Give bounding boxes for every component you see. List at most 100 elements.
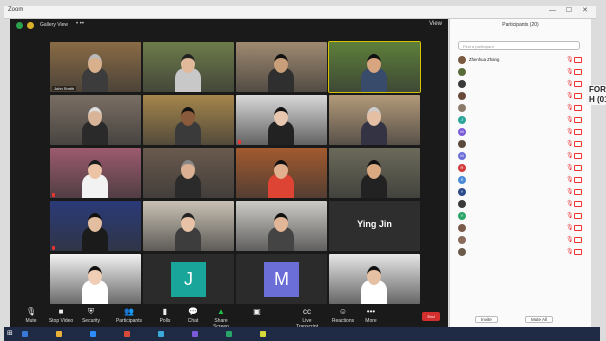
participant-row[interactable]: Y 🎙 [456,210,584,222]
video-tile[interactable] [143,95,234,145]
toolbar-label: Polls [159,318,171,324]
window-controls[interactable]: — ☐ ✕ [549,6,592,14]
participant-video-figure [82,54,108,92]
video-tile[interactable] [50,201,141,251]
toolbar-button[interactable]: 🎙 Mute [16,308,46,325]
toolbar-button[interactable]: ⛨ Security [76,307,106,325]
video-off-icon [574,117,582,123]
muted-mic-icon: 🎙 [566,129,574,135]
video-tile[interactable] [143,42,234,92]
view-button[interactable]: View [429,21,442,27]
toolbar-button[interactable]: ▮ Polls [150,308,180,325]
video-tile[interactable]: M [236,254,327,304]
encryption-shield-icon[interactable] [16,22,23,29]
participant-row[interactable]: 🎙 [456,198,584,210]
taskbar-app-button[interactable] [158,330,166,338]
participant-avatar [458,80,466,88]
tile-name-label: John Smith [52,86,77,91]
participant-search-input[interactable]: Find a participant [458,41,580,50]
toolbar-button[interactable]: ••• More [356,308,386,325]
participant-row[interactable]: 🎙 [456,102,584,114]
video-off-icon [574,129,582,135]
video-tile[interactable] [50,148,141,198]
participant-video-figure [268,107,294,145]
background-page-text: FOR H (016 [586,85,606,105]
video-tile[interactable] [236,95,327,145]
taskbar-app-button[interactable] [22,330,30,338]
participant-display-name: Ying Jin [357,219,392,229]
participant-row[interactable]: 🎙 [456,78,584,90]
participant-row[interactable]: S 🎙 [456,174,584,186]
participant-video-figure [175,54,201,92]
meeting-info-icon[interactable] [27,22,34,29]
video-tile[interactable]: J [143,254,234,304]
video-off-icon [574,213,582,219]
app-title: Zoom [8,7,24,13]
video-tile[interactable] [50,95,141,145]
participant-row[interactable]: 🎙 [456,90,584,102]
video-tile[interactable] [329,95,420,145]
participant-avatar [458,104,466,112]
muted-mic-icon: 🎙 [566,249,574,255]
video-off-icon [574,81,582,87]
toolbar-icon: ⛨ [88,307,94,316]
muted-mic-icon [52,246,55,250]
background-text-line: FOR [589,85,606,94]
toolbar-icon: ☺ [338,307,348,316]
participant-row[interactable]: 🎙 [456,234,584,246]
video-off-icon [574,177,582,183]
participant-avatar: M [458,128,466,136]
participant-row[interactable]: M 🎙 [456,126,584,138]
toolbar-button[interactable]: ▣ [242,308,272,318]
muted-mic-icon: 🎙 [566,225,574,231]
toolbar-icon: ▣ [253,307,261,316]
toolbar-label: Stop Video [48,318,74,324]
video-tile[interactable] [236,148,327,198]
participant-row[interactable]: 🎙 [456,246,584,258]
zoom-meeting-window: Gallery View • •• View John Smith Ying Ji… [10,19,448,330]
toolbar-button[interactable]: ■ Stop Video [46,308,76,325]
participant-row[interactable]: Y 🎙 [456,186,584,198]
meeting-topbar: Gallery View • •• View [10,19,448,33]
video-tile[interactable] [329,254,420,304]
video-tile[interactable] [236,42,327,92]
video-tile[interactable] [50,254,141,304]
muted-mic-icon: 🎙 [566,141,574,147]
video-tile[interactable] [236,201,327,251]
toolbar-label: Reactions [331,318,355,324]
participant-row[interactable]: R 🎙 [456,162,584,174]
taskbar-app-icon [158,330,164,337]
video-tile[interactable] [143,148,234,198]
video-tile[interactable]: John Smith [50,42,141,92]
muted-mic-icon: 🎙 [566,201,574,207]
video-tile[interactable]: Ying Jin [329,201,420,251]
participant-row[interactable]: 🎙 [456,138,584,150]
participant-avatar [458,140,466,148]
invite-button[interactable]: Invite [475,316,498,323]
muted-mic-icon: 🎙 [566,117,574,123]
taskbar-app-button[interactable] [226,330,234,338]
taskbar-app-button[interactable] [90,330,98,338]
video-off-icon [574,141,582,147]
participant-row[interactable]: Zhenhua Zhang 🎙 [456,54,584,66]
taskbar-app-button[interactable] [192,330,200,338]
participant-row[interactable]: J 🎙 [456,114,584,126]
gallery-pager-dots[interactable]: • •• [76,21,84,27]
participant-row[interactable]: 🎙 [456,66,584,78]
taskbar-app-button[interactable] [260,330,268,338]
taskbar-app-button[interactable] [56,330,64,338]
taskbar-app-button[interactable] [124,330,132,338]
participant-row[interactable]: 🎙 [456,222,584,234]
toolbar-button[interactable]: 💬 Chat [178,308,208,325]
participant-video-figure [268,160,294,198]
toolbar-button[interactable]: ☺ Reactions [328,307,358,325]
windows-start-icon[interactable]: ⊞ [7,330,15,338]
participant-row[interactable]: M 🎙 [456,150,584,162]
end-meeting-button[interactable]: End [422,312,440,321]
participant-avatar [458,56,466,64]
toolbar-button[interactable]: 👥 Participants [114,308,144,325]
video-tile[interactable] [329,148,420,198]
video-tile[interactable] [328,41,421,93]
video-tile[interactable] [143,201,234,251]
mute-all-button[interactable]: Mute All [525,316,554,323]
